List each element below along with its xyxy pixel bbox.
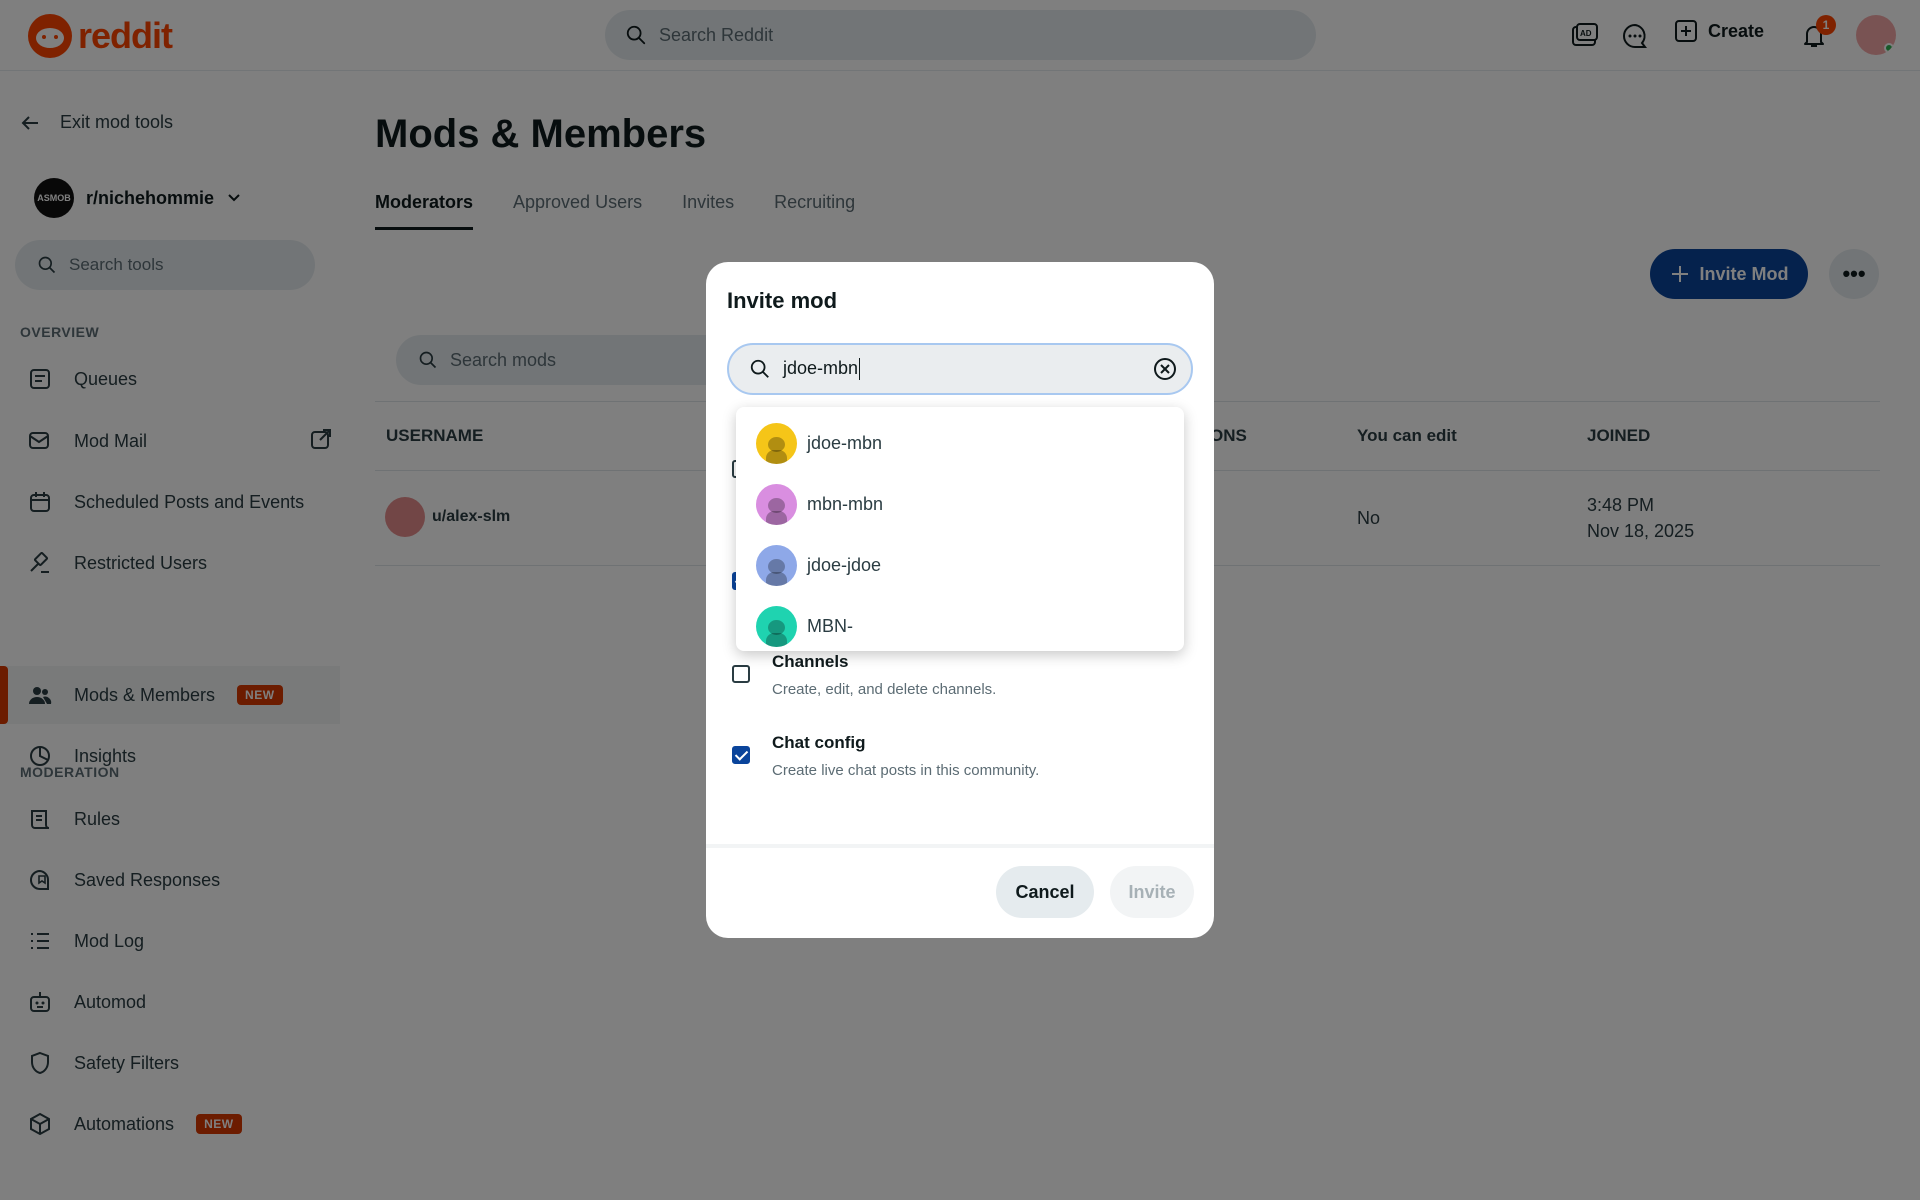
suggestion-username: MBN-	[807, 616, 853, 636]
suggestion-item[interactable]: jdoe-jdoe	[736, 535, 1184, 596]
text-cursor	[859, 358, 861, 381]
suggestion-username: mbn-mbn	[807, 494, 884, 514]
suggestion-username: jdoe-mbn	[807, 433, 883, 453]
avatar	[756, 484, 797, 525]
permission-checkbox-channels[interactable]	[732, 665, 750, 683]
permission-checkbox-chat-config[interactable]	[732, 746, 750, 764]
dialog-title: Invite mod	[727, 288, 838, 313]
suggestion-username: jdoe-jdoe	[807, 555, 882, 575]
invite-button[interactable]: Invite	[1110, 866, 1194, 918]
suggestion-item[interactable]: mbn-mbn	[736, 474, 1184, 535]
user-suggestions-dropdown: jdoe-mbn mbn-mbn jdoe-jdoe MBN-	[736, 407, 1184, 651]
permission-description: Create, edit, and delete channels.	[772, 681, 997, 698]
permission-title: Chat config	[772, 733, 866, 752]
footer-divider	[706, 844, 1214, 848]
invite-mod-dialog: Invite mod jdoe-mbn Channels Create, edi…	[706, 262, 1214, 938]
search-value: jdoe-mbn	[783, 357, 859, 378]
avatar	[756, 423, 797, 464]
cancel-button[interactable]: Cancel	[996, 866, 1094, 918]
username-search-input[interactable]: jdoe-mbn	[727, 343, 1193, 395]
clear-input-icon[interactable]	[1153, 357, 1177, 386]
avatar	[756, 606, 797, 647]
suggestion-item[interactable]: MBN-	[736, 596, 1184, 657]
search-icon	[750, 359, 769, 378]
suggestion-item[interactable]: jdoe-mbn	[736, 413, 1184, 474]
avatar	[756, 545, 797, 586]
permission-description: Create live chat posts in this community…	[772, 762, 1040, 779]
